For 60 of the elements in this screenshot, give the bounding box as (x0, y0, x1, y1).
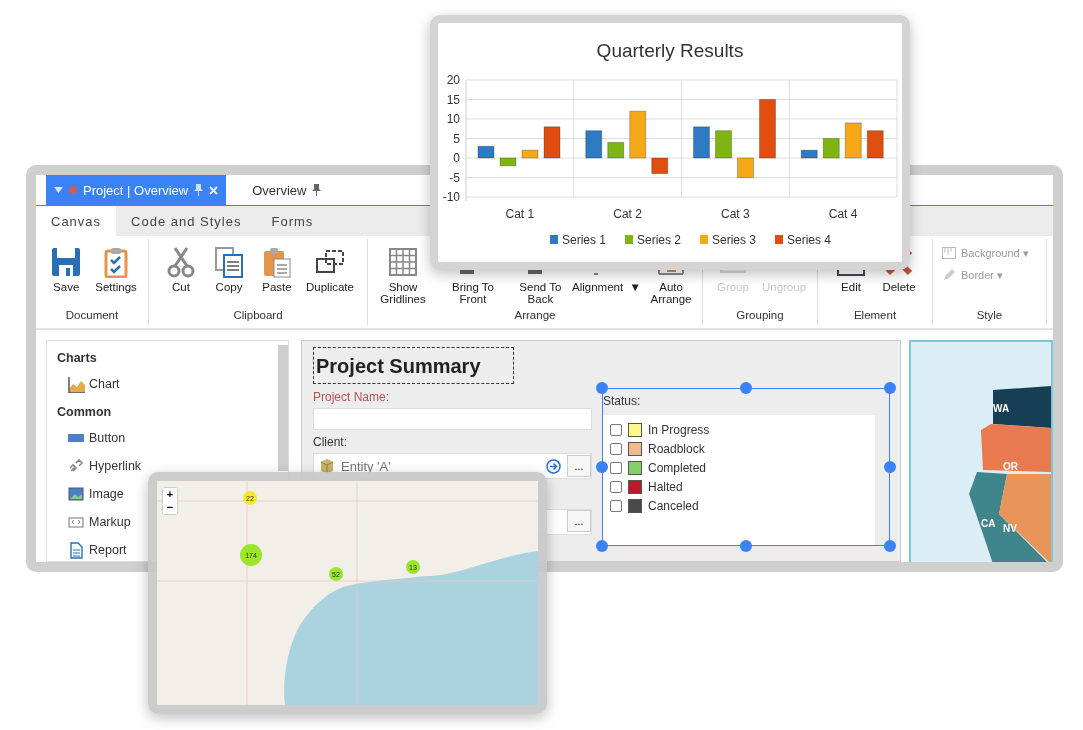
ribbon-button[interactable]: Cut (158, 244, 204, 309)
group-label: Arrange (513, 309, 557, 323)
group-label: Element (852, 309, 898, 323)
legend-item: Series 2 (625, 233, 682, 247)
y-tick-label: 20 (446, 73, 460, 87)
x-tick-label: Cat 4 (828, 207, 858, 221)
y-tick-label: 15 (446, 92, 460, 107)
ribbon-button[interactable]: Show Gridlines (368, 244, 439, 309)
toolbox-item[interactable]: Image (57, 485, 124, 503)
group-label: Clipboard (232, 309, 284, 323)
ribbon-button[interactable]: Settings (91, 244, 141, 309)
toolbox-heading: Charts (57, 351, 98, 365)
ribbon-button[interactable]: Paste (254, 244, 300, 309)
chart-title: Quarterly Results (596, 40, 744, 61)
status-label: Roadblock (648, 442, 705, 456)
y-tick-label: 0 (453, 151, 460, 165)
field-label: Client: (313, 435, 348, 449)
toolbox-item[interactable]: Hyperlink (57, 457, 142, 475)
y-tick-label: -5 (449, 170, 460, 185)
status-label: In Progress (648, 423, 710, 437)
status-label: Canceled (648, 499, 699, 513)
legend-label: Series 3 (712, 233, 757, 247)
field-label: Project Name: (313, 390, 391, 404)
legend-label: Series 4 (787, 233, 832, 247)
state-label: CA (981, 518, 996, 529)
toolbox-item[interactable]: Button (57, 429, 126, 447)
state-label: WA (993, 403, 1010, 414)
group-label: Style (975, 309, 1004, 323)
ribbon-button[interactable]: Copy (206, 244, 252, 309)
browse-button[interactable]: ... (567, 455, 591, 477)
browse-button[interactable]: ... (567, 510, 591, 532)
ribbon-tab[interactable]: Forms (256, 206, 329, 236)
status-label: Completed (648, 461, 707, 475)
group-label: Document (64, 309, 120, 323)
y-tick-label: -10 (442, 190, 460, 204)
x-tick-label: Cat 3 (721, 207, 750, 221)
group-label: Grouping (735, 309, 785, 323)
ribbon-button[interactable]: Save (43, 244, 90, 309)
y-tick-label: 5 (453, 131, 460, 146)
form-title[interactable]: Project Summary (313, 347, 514, 384)
state-label: OR (1003, 461, 1018, 472)
legend-item: Series 1 (550, 233, 607, 247)
document-tab[interactable]: Project | Overview (46, 175, 227, 205)
legend-label: Series 2 (637, 233, 682, 247)
y-tick-label: 10 (446, 112, 460, 126)
legend-item: Series 3 (700, 233, 757, 247)
toolbox-item[interactable]: Chart (57, 375, 120, 393)
ribbon-tab[interactable]: Code and Styles (116, 206, 257, 236)
state-label: NV (1003, 523, 1017, 534)
x-tick-label: Cat 1 (505, 207, 535, 221)
x-tick-label: Cat 2 (613, 207, 642, 221)
status-label: Halted (648, 480, 683, 494)
ribbon-button[interactable]: Duplicate (302, 244, 358, 309)
toolbox-heading: Common (57, 405, 113, 419)
ribbon-tab[interactable]: Canvas (36, 206, 117, 236)
legend-label: Series 1 (562, 233, 607, 247)
toolbox-item[interactable]: Markup (57, 513, 131, 531)
legend-item: Series 4 (775, 233, 832, 247)
toolbox-item[interactable]: Report (57, 541, 127, 559)
field-label: Status: (603, 393, 642, 410)
